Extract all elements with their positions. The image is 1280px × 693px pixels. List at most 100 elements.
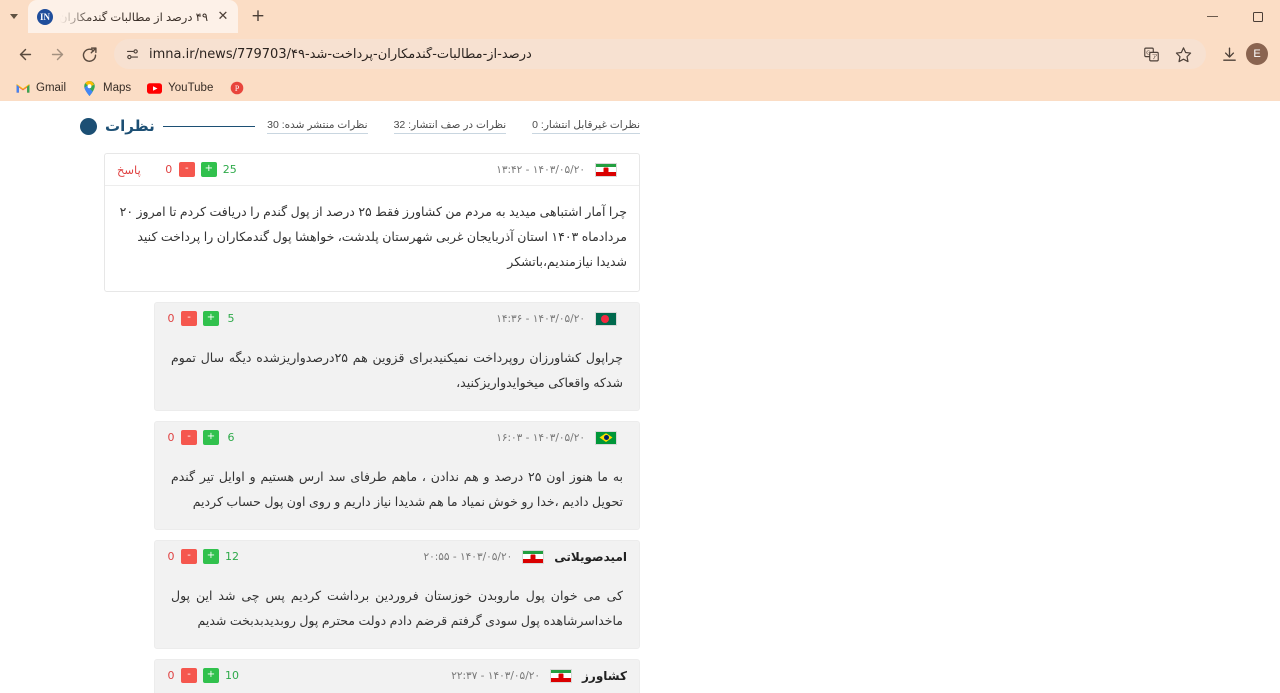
header-divider <box>162 125 256 127</box>
translate-icon[interactable]: G ア <box>1138 41 1164 67</box>
vote-up-button[interactable]: + <box>203 668 219 683</box>
comment-text: چراپول کشاورزان روپرداخت نمیکنیدبرای قزو… <box>171 351 623 390</box>
vote-down-count: 0 <box>167 669 175 682</box>
comments-section: نظرات غیرقابل انتشار: 0 نظرات در صف انتش… <box>80 101 640 693</box>
bookmark-label: Gmail <box>36 82 67 94</box>
reply-link[interactable]: پاسخ <box>117 163 141 177</box>
star-icon[interactable] <box>1170 41 1196 67</box>
vote-controls: 25 + - 0 <box>165 162 237 177</box>
comment-item: ۱۴۰۳/۰۵/۲۰ - ۱۴:۳۶ 5 + - 0 چراپول کشاورز… <box>154 302 640 411</box>
bookmark-label: YouTube <box>168 82 214 94</box>
forward-arrow-icon <box>51 48 63 60</box>
gmail-icon <box>15 81 30 96</box>
browser-window: IN ۴۹ درصد از مطالبات گندمکاران پر ✕ + i… <box>0 0 1280 693</box>
comment-date: ۱۴۰۳/۰۵/۲۰ - ۲۲:۳۷ <box>451 669 541 682</box>
tab-search-button[interactable] <box>0 0 28 33</box>
flag-iran-icon <box>550 668 573 683</box>
vote-up-count: 5 <box>227 312 235 325</box>
comment-text: چرا آمار اشتباهی میدید به مردم من کشاورز… <box>119 205 627 269</box>
page-title: نظرات <box>105 118 155 135</box>
reload-icon <box>82 46 97 62</box>
bookmark-p[interactable]: P <box>222 79 257 98</box>
vote-controls: 6 + - 0 <box>167 430 237 445</box>
maximize-icon <box>1252 11 1263 22</box>
stat-queued: نظرات در صف انتشار: 32 <box>393 119 507 134</box>
download-icon <box>1222 46 1236 61</box>
vote-controls: 12 + - 0 <box>167 549 239 564</box>
bookmark-label: Maps <box>103 82 132 94</box>
comment-header: کشاورز ۱۴۰۳/۰۵/۲۰ - ۲۲:۳۷ 10 + - 0 <box>155 660 639 691</box>
flag-iran-icon <box>595 162 617 177</box>
comment-item: کشاورز ۱۴۰۳/۰۵/۲۰ - ۲۲:۳۷ 10 + - 0 کشاور… <box>154 659 640 693</box>
tab-title: ۴۹ درصد از مطالبات گندمکاران پر <box>60 11 208 24</box>
vote-up-count: 10 <box>225 669 239 682</box>
maximize-button[interactable] <box>1235 0 1280 33</box>
avatar: E <box>1246 43 1268 65</box>
vote-down-button[interactable]: - <box>181 668 197 683</box>
vote-down-button[interactable]: - <box>181 430 197 445</box>
vote-down-count: 0 <box>167 550 175 563</box>
comments-list: ۱۴۰۳/۰۵/۲۰ - ۱۳:۴۲ 25 + - 0 پاسخ چرا آما… <box>80 153 640 693</box>
window-controls <box>1190 0 1280 33</box>
vote-up-button[interactable]: + <box>203 311 219 326</box>
svg-text:G: G <box>1146 50 1150 56</box>
minimize-icon <box>1207 15 1218 18</box>
address-bar[interactable]: imna.ir/news/779703/۴۹-درصد-از-مطالبات-گ… <box>114 39 1206 69</box>
tab-strip: IN ۴۹ درصد از مطالبات گندمکاران پر ✕ + <box>0 0 1280 33</box>
bullet-dot-icon <box>80 117 97 135</box>
comments-header: نظرات غیرقابل انتشار: 0 نظرات در صف انتش… <box>80 117 640 139</box>
vote-up-button[interactable]: + <box>203 430 219 445</box>
vote-up-button[interactable]: + <box>203 549 219 564</box>
site-settings-icon[interactable] <box>124 46 140 62</box>
comment-date: ۱۴۰۳/۰۵/۲۰ - ۲۰:۵۵ <box>423 550 513 563</box>
vote-down-count: 0 <box>165 163 173 176</box>
bookmark-maps[interactable]: Maps <box>75 79 138 98</box>
browser-toolbar: imna.ir/news/779703/۴۹-درصد-از-مطالبات-گ… <box>0 33 1280 75</box>
comment-item: ۱۴۰۳/۰۵/۲۰ - ۱۳:۴۲ 25 + - 0 پاسخ چرا آما… <box>104 153 640 292</box>
vote-up-button[interactable]: + <box>200 162 217 177</box>
comment-text: به ما هنوز اون ۲۵ درصد و هم ندادن ، ماهم… <box>171 470 624 509</box>
bookmark-youtube[interactable]: YouTube <box>140 79 220 98</box>
download-button[interactable] <box>1216 41 1242 67</box>
vote-down-button[interactable]: - <box>181 549 197 564</box>
comment-date: ۱۴۰۳/۰۵/۲۰ - ۱۴:۳۶ <box>496 312 585 325</box>
vote-down-count: 0 <box>167 312 175 325</box>
minimize-button[interactable] <box>1190 0 1235 33</box>
back-arrow-icon <box>19 48 31 60</box>
vote-up-count: 6 <box>227 431 235 444</box>
svg-text:P: P <box>235 84 240 93</box>
close-icon[interactable]: ✕ <box>215 9 231 25</box>
youtube-icon <box>147 81 163 96</box>
flag-brazil-icon <box>595 430 617 445</box>
vote-down-button[interactable]: - <box>181 311 197 326</box>
comment-text: کی می خوان پول ماروبدن خوزستان فروردین ب… <box>171 589 623 628</box>
imna-logo-icon: IN <box>37 8 53 25</box>
flag-iran-icon <box>522 549 545 564</box>
bookmark-gmail[interactable]: Gmail <box>8 79 73 98</box>
comment-item: امیدصویلاتی ۱۴۰۳/۰۵/۲۰ - ۲۰:۵۵ 12 + - 0 … <box>154 540 640 649</box>
page-viewport: نظرات غیرقابل انتشار: 0 نظرات در صف انتش… <box>0 101 1280 693</box>
vote-controls: 5 + - 0 <box>167 311 237 326</box>
comment-header: ۱۴۰۳/۰۵/۲۰ - ۱۴:۳۶ 5 + - 0 <box>155 303 639 334</box>
comment-item: ۱۴۰۳/۰۵/۲۰ - ۱۶:۰۳ 6 + - 0 به ما هنوز او… <box>154 421 640 530</box>
comment-header: ۱۴۰۳/۰۵/۲۰ - ۱۳:۴۲ 25 + - 0 پاسخ <box>105 154 639 186</box>
vote-up-count: 12 <box>225 550 239 563</box>
vote-controls: 10 + - 0 <box>167 668 239 683</box>
comment-username: امیدصویلاتی <box>554 549 627 564</box>
browser-tab[interactable]: IN ۴۹ درصد از مطالبات گندمکاران پر ✕ <box>28 0 238 33</box>
omnibox-actions: G ア <box>1138 39 1202 69</box>
maps-icon <box>82 80 97 96</box>
forward-button[interactable] <box>42 39 72 69</box>
vote-down-button[interactable]: - <box>178 162 195 177</box>
comments-stats: نظرات غیرقابل انتشار: 0 نظرات در صف انتش… <box>267 119 640 134</box>
new-tab-button[interactable]: + <box>244 2 272 30</box>
back-button[interactable] <box>10 39 40 69</box>
p-bookmark-icon: P <box>229 81 244 96</box>
reload-button[interactable] <box>74 39 104 69</box>
comment-date: ۱۴۰۳/۰۵/۲۰ - ۱۳:۴۲ <box>496 163 585 176</box>
flag-bangladesh-icon <box>595 311 617 326</box>
tab-search-chevron-icon <box>10 14 18 19</box>
comment-username: کشاورز <box>582 668 627 683</box>
stat-unpublishable: نظرات غیرقابل انتشار: 0 <box>532 119 640 134</box>
profile-button[interactable]: E <box>1244 41 1270 67</box>
